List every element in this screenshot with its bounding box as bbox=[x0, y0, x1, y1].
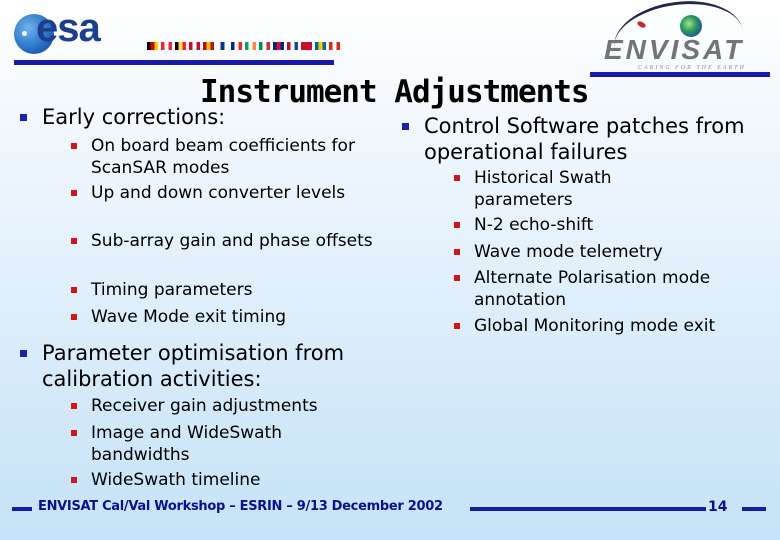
sub-bullet: WideSwath timeline bbox=[62, 469, 391, 491]
flag-icon bbox=[245, 42, 256, 50]
flag-icon bbox=[329, 42, 340, 50]
envisat-logo-text: ENVISAT bbox=[604, 34, 745, 65]
flag-icon bbox=[161, 42, 172, 50]
envisat-logo: ENVISAT CARING FOR THE EARTH bbox=[590, 0, 770, 77]
flag-icon bbox=[147, 42, 158, 50]
footer-rule bbox=[12, 507, 32, 511]
sub-bullet: On board beam coefficients for ScanSAR m… bbox=[62, 135, 391, 179]
envisat-tagline: CARING FOR THE EARTH bbox=[638, 65, 746, 71]
flag-icon bbox=[287, 42, 298, 50]
flag-icon bbox=[231, 42, 242, 50]
flag-icon bbox=[175, 42, 186, 50]
flag-icon bbox=[315, 42, 326, 50]
member-state-flags bbox=[147, 42, 340, 50]
sub-bullet: N-2 echo-shift bbox=[445, 214, 774, 236]
esa-logo-text: esa bbox=[36, 6, 101, 50]
sub-bullet: Receiver gain adjustments bbox=[62, 395, 411, 417]
header-rule-left bbox=[14, 60, 334, 65]
esa-logo: esa bbox=[14, 6, 344, 65]
sub-bullet: Wave mode telemetry bbox=[445, 241, 774, 263]
flag-icon bbox=[189, 42, 200, 50]
header-rule-right bbox=[590, 72, 770, 77]
sub-bullet: Wave Mode exit timing bbox=[62, 306, 391, 328]
slide-title: Instrument Adjustments bbox=[200, 74, 590, 110]
footer-text: ENVISAT Cal/Val Workshop – ESRIN – 9/13 … bbox=[38, 499, 443, 514]
footer-rule bbox=[470, 507, 706, 511]
bullet-parameter-optimisation: Parameter optimisation from calibration … bbox=[4, 340, 422, 392]
footer-rule bbox=[742, 507, 766, 511]
flag-icon bbox=[203, 42, 214, 50]
page-number: 14 bbox=[708, 499, 728, 515]
flag-icon bbox=[217, 42, 228, 50]
sub-bullet: Sub-array gain and phase offsets bbox=[62, 230, 381, 252]
sub-bullet: Alternate Polarisation mode annotation bbox=[445, 267, 774, 311]
sub-bullet: Historical Swath parameters bbox=[445, 167, 694, 211]
flag-icon bbox=[273, 42, 284, 50]
sub-bullet: Image and WideSwath bandwidths bbox=[62, 422, 351, 466]
sub-bullet: Up and down converter levels bbox=[62, 182, 351, 204]
slide-footer: ENVISAT Cal/Val Workshop – ESRIN – 9/13 … bbox=[0, 497, 780, 521]
sub-bullet: Global Monitoring mode exit bbox=[445, 315, 780, 337]
sub-bullet: Timing parameters bbox=[62, 279, 391, 301]
bullet-early-corrections: Early corrections: bbox=[4, 104, 225, 130]
flag-icon bbox=[259, 42, 270, 50]
flag-icon bbox=[301, 42, 312, 50]
bullet-control-software-patches: Control Software patches from operationa… bbox=[386, 113, 780, 165]
